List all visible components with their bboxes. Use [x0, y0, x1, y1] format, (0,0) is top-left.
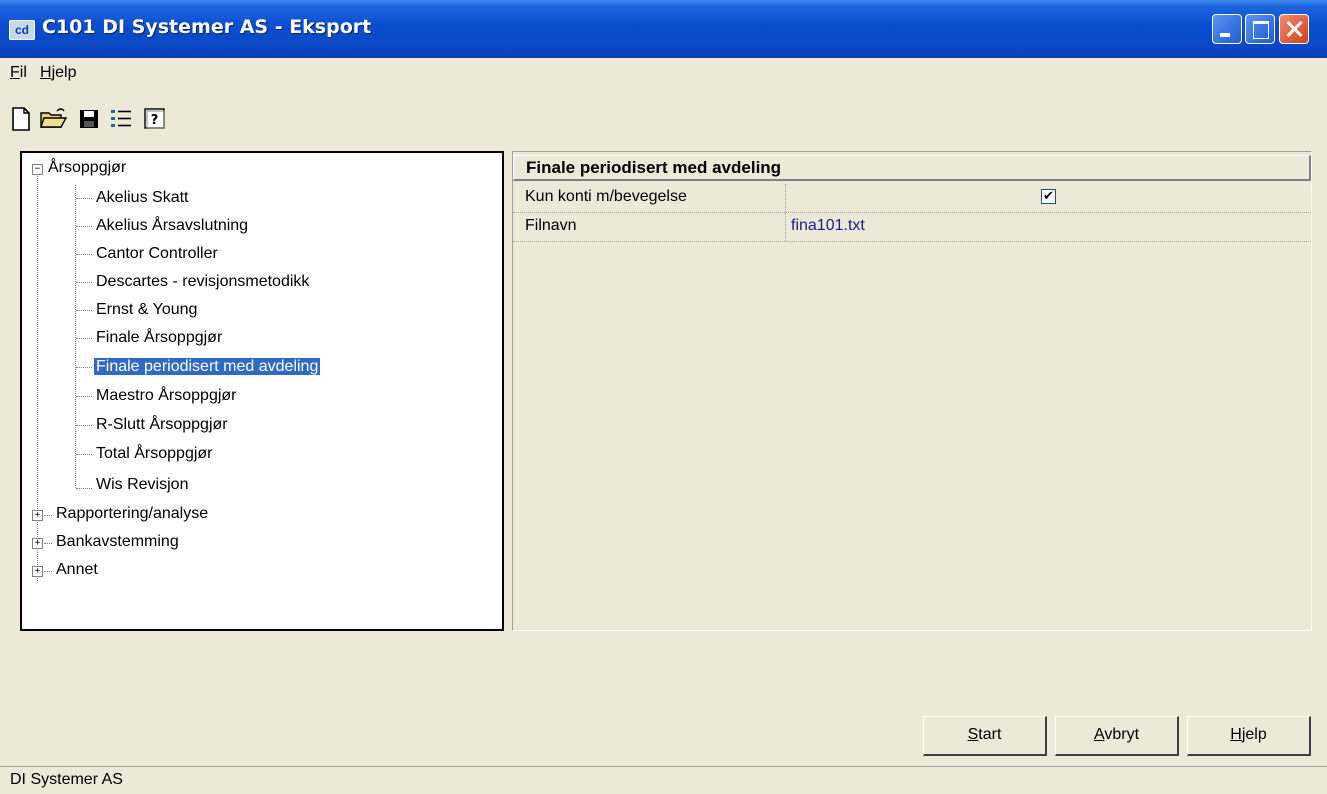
tree-child-line — [75, 185, 76, 488]
tree-group-label: Bankavstemming — [56, 533, 179, 550]
menu-hjelp[interactable]: Hjelp — [40, 64, 76, 82]
tree-branch — [76, 367, 92, 368]
tree-item-label: Akelius Årsavslutning — [96, 217, 249, 234]
tree-group-rapportering[interactable]: Rapportering/analyse — [54, 501, 210, 527]
tree-branch — [44, 515, 52, 516]
property-separator — [785, 184, 786, 212]
tree-item[interactable]: Cantor Controller — [94, 241, 220, 267]
tree-item-label: Cantor Controller — [96, 245, 218, 262]
property-separator — [785, 213, 786, 241]
start-button[interactable]: Start — [923, 716, 1047, 756]
tree-group-bankavstemming[interactable]: Bankavstemming — [54, 529, 181, 555]
svg-text:?: ? — [151, 113, 159, 128]
expand-icon[interactable]: + — [32, 538, 43, 549]
tree-item[interactable]: Total Årsoppgjør — [94, 441, 215, 467]
property-label: Filnavn — [525, 217, 577, 234]
tree-branch — [76, 425, 92, 426]
expand-icon[interactable]: + — [32, 566, 43, 577]
tree-branch — [76, 226, 92, 227]
tree-item[interactable]: Akelius Årsavslutning — [94, 213, 250, 239]
tree-branch — [76, 454, 92, 455]
title-bar[interactable]: cd C101 DI Systemer AS - Eksport — [0, 0, 1327, 58]
list-icon[interactable] — [106, 104, 136, 134]
window-title: C101 DI Systemer AS - Eksport — [42, 16, 372, 38]
new-document-icon[interactable] — [6, 104, 36, 134]
tree-item-label: Finale periodisert med avdeling — [92, 357, 322, 376]
tree-branch — [76, 254, 92, 255]
tree-item-label: Wis Revisjon — [96, 476, 189, 493]
menu-fil[interactable]: Fil — [10, 64, 27, 82]
property-label: Kun konti m/bevegelse — [525, 188, 687, 205]
tree-item[interactable]: Wis Revisjon — [94, 472, 190, 498]
status-text: DI Systemer AS — [10, 771, 123, 788]
tree-group-label: Rapportering/analyse — [56, 505, 209, 522]
property-grid: Finale periodisert med avdeling Kun kont… — [512, 151, 1312, 631]
tree-group-arsoppgjor[interactable]: Årsoppgjør — [46, 155, 128, 181]
tree-item[interactable]: Akelius Skatt — [94, 185, 190, 211]
menu-bar: Fil Hjelp — [0, 58, 1327, 90]
tree-group-label: Annet — [56, 561, 98, 578]
kun-konti-checkbox[interactable]: ✔ — [1041, 189, 1056, 204]
tree-item[interactable]: R-Slutt Årsoppgjør — [94, 412, 230, 438]
tree-item[interactable]: Ernst & Young — [94, 297, 199, 323]
tree-item[interactable]: Descartes - revisjonsmetodikk — [94, 269, 311, 295]
status-bar: DI Systemer AS — [0, 766, 1327, 794]
tree-branch — [76, 310, 92, 311]
tree-item-label: Total Årsoppgjør — [96, 445, 213, 462]
expand-icon[interactable]: + — [32, 510, 43, 521]
tree-item-label: R-Slutt Årsoppgjør — [96, 416, 228, 433]
tree-branch — [44, 571, 52, 572]
tree-item-label: Akelius Skatt — [96, 189, 189, 206]
tree-branch — [76, 338, 92, 339]
open-folder-icon[interactable] — [38, 104, 68, 134]
tree-item-label: Descartes - revisjonsmetodikk — [96, 273, 310, 290]
collapse-icon[interactable]: − — [32, 164, 43, 175]
export-tree[interactable]: Årsoppgjør − Akelius Skatt Akelius Årsav… — [20, 151, 504, 631]
tree-branch — [76, 488, 92, 489]
app-icon[interactable]: cd — [9, 20, 35, 40]
minimize-button[interactable] — [1212, 14, 1242, 44]
property-row-kun-konti[interactable]: Kun konti m/bevegelse ✔ — [513, 184, 1311, 213]
toolbar: ? — [0, 90, 1327, 146]
tree-group-label: Årsoppgjør — [48, 159, 127, 176]
tree-item-label: Maestro Årsoppgjør — [96, 387, 237, 404]
tree-branch — [76, 396, 92, 397]
tree-item-label: Finale Årsoppgjør — [96, 329, 223, 346]
filnavn-field[interactable]: fina101.txt — [791, 217, 865, 235]
tree-root-line — [37, 171, 38, 583]
maximize-button[interactable] — [1245, 14, 1275, 44]
tree-item[interactable]: Maestro Årsoppgjør — [94, 383, 239, 409]
tree-branch — [44, 543, 52, 544]
tree-item[interactable]: Finale Årsoppgjør — [94, 325, 224, 351]
property-header: Finale periodisert med avdeling — [513, 155, 1311, 181]
property-row-filnavn[interactable]: Filnavn fina101.txt — [513, 213, 1311, 242]
close-button[interactable] — [1279, 14, 1309, 44]
cancel-button[interactable]: Avbryt — [1055, 716, 1179, 756]
tree-branch — [76, 198, 92, 199]
tree-item-selected[interactable]: Finale periodisert med avdeling — [92, 354, 322, 380]
tree-group-annet[interactable]: Annet — [54, 557, 100, 583]
help-button[interactable]: Hjelp — [1187, 716, 1311, 756]
tree-branch — [76, 282, 92, 283]
help-icon[interactable]: ? — [140, 104, 170, 134]
tree-item-label: Ernst & Young — [96, 301, 198, 318]
save-icon[interactable] — [74, 104, 104, 134]
